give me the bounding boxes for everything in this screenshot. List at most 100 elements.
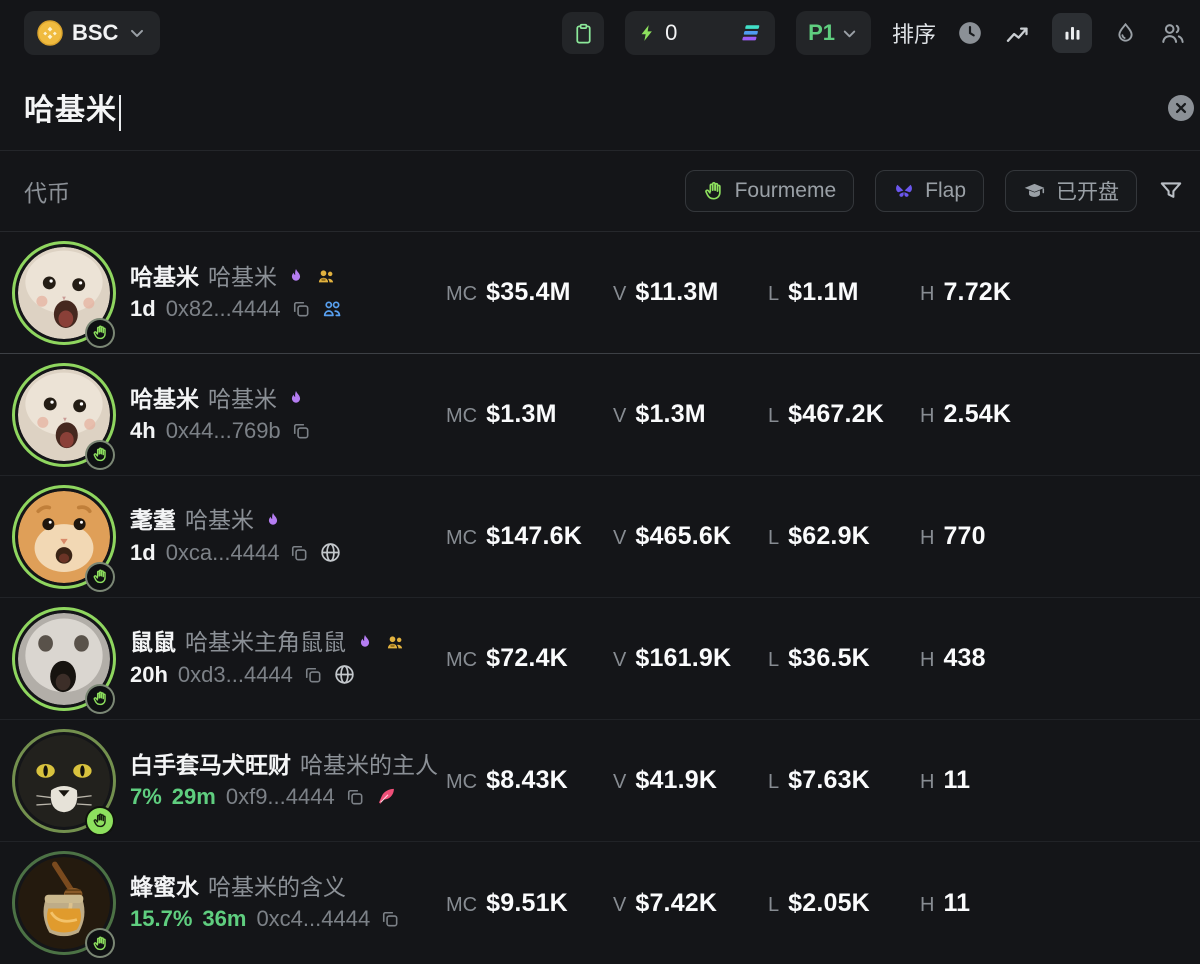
bsc-coin-icon [37,20,63,46]
fourmeme-hand-icon [703,180,725,202]
solana-icon [740,23,762,43]
fourmeme-hand-badge-icon [85,439,115,470]
token-name[interactable]: 耄耋 [130,509,176,532]
token-address: 0xc4...4444 [256,906,371,931]
l-label: L [768,893,780,916]
h-value: 770 [943,522,986,550]
filter-fourmeme-button[interactable]: Fourmeme [684,170,855,212]
holders-yellow-icon [384,633,406,653]
filter-flap-label: Flap [925,179,966,202]
top-bar: BSC 0 P1 排序 [0,0,1200,66]
token-address: 0xf9...4444 [225,783,335,809]
token-fullname: 哈基米 [208,263,277,290]
text-caret [119,94,121,131]
chevron-down-icon [840,24,859,43]
graduation-cap-icon [1023,180,1046,203]
section-title: 代币 [24,180,70,206]
mc-label: MC [446,283,478,305]
v-value: $7.42K [635,888,718,917]
people-icon[interactable] [1159,20,1186,47]
clear-search-button[interactable] [1168,95,1194,121]
droplet-icon[interactable] [1113,21,1138,46]
clock-icon[interactable] [957,20,983,46]
community-blue-icon[interactable] [321,298,343,320]
token-avatar[interactable] [12,240,116,348]
token-name[interactable]: 哈基米 [130,387,199,411]
h-label: H [920,527,935,549]
flame-icon [286,388,306,410]
token-row[interactable]: 哈基米 哈基米 1d 0x82...4444 MC $35.4M V $11.3M … [0,232,1200,354]
line-chart-icon[interactable] [1004,20,1031,47]
l-value: $62.9K [788,522,870,550]
token-progress: 15.7% [130,906,193,931]
token-row[interactable]: 白手套马犬旺财 哈基米的主人 7% 29m 0xf9...4444 MC $8.4… [0,720,1200,842]
v-value: $1.3M [635,400,706,428]
h-value: 438 [943,644,986,672]
mc-value: $72.4K [486,644,568,672]
boost-filter[interactable]: 0 [625,11,776,55]
token-address: 0x44...769b [165,417,281,443]
copy-icon[interactable] [303,665,323,685]
token-avatar[interactable] [12,484,116,592]
mc-label: MC [446,771,478,793]
token-row[interactable]: 蜂蜜水 哈基米的含义 15.7% 36m 0xc4...4444 MC $9.51… [0,842,1200,964]
token-stats: MC $35.4M V $11.3M L $1.1M H 7.72K [446,278,1176,307]
l-label: L [768,405,780,427]
copy-icon[interactable] [291,299,311,319]
preset-selector[interactable]: P1 [796,11,871,55]
token-fullname: 哈基米的含义 [208,874,346,900]
copy-icon[interactable] [380,909,400,929]
filter-listed-button[interactable]: 已开盘 [1005,170,1137,212]
v-value: $11.3M [635,278,719,306]
copy-icon[interactable] [291,421,311,441]
token-name[interactable]: 蜂蜜水 [130,876,199,899]
h-label: H [920,771,935,793]
v-label: V [613,893,627,916]
token-row[interactable]: 鼠鼠 哈基米主角鼠鼠 20h 0xd3...4444 MC $72.4K V $16… [0,598,1200,720]
token-avatar[interactable] [12,362,116,470]
mc-value: $9.51K [486,888,568,917]
token-avatar[interactable] [12,728,116,836]
mc-label: MC [446,405,478,427]
paste-button[interactable] [562,12,605,54]
sort-button[interactable]: 排序 [892,17,936,49]
search-input[interactable]: 哈基米 [24,85,121,131]
token-stats: MC $8.43K V $41.9K L $7.63K H 11 [446,766,1176,795]
h-label: H [920,893,935,916]
filter-flap-button[interactable]: Flap [875,170,984,212]
token-avatar[interactable] [12,606,116,714]
copy-icon[interactable] [289,543,309,563]
token-fullname: 哈基米 [208,385,277,412]
chain-selector[interactable]: BSC [24,11,161,55]
l-label: L [768,771,780,793]
feather-pink-icon[interactable] [375,786,397,808]
fourmeme-hand-badge-icon [85,683,115,714]
clear-x-icon [1174,101,1188,115]
website-globe-icon[interactable] [319,541,342,564]
holders-yellow-icon [315,267,337,287]
mc-label: MC [446,893,478,916]
clipboard-icon [572,22,595,45]
mc-value: $8.43K [486,766,568,794]
l-value: $7.63K [788,766,870,794]
token-fullname: 哈基米主角鼠鼠 [185,629,346,655]
search-value: 哈基米 [24,94,117,128]
token-age: 4h [130,417,156,443]
website-globe-icon[interactable] [333,663,356,686]
token-name[interactable]: 鼠鼠 [130,631,176,654]
l-label: L [768,527,780,549]
funnel-icon[interactable] [1158,178,1184,204]
token-name[interactable]: 哈基米 [130,265,199,289]
fourmeme-hand-badge-icon [85,928,115,958]
token-search-page: BSC 0 P1 排序 哈基米 代币 Fourmeme Flap 已开盘 哈基米… [0,0,1200,964]
l-label: L [768,283,780,305]
flap-butterfly-icon [893,180,915,202]
bar-chart-view-button[interactable] [1052,13,1092,53]
mc-value: $147.6K [486,522,583,550]
token-row[interactable]: 耄耋 哈基米 1d 0xca...4444 MC $147.6K V $465.6K… [0,476,1200,598]
token-row[interactable]: 哈基米 哈基米 4h 0x44...769b MC $1.3M V $1.3M L $… [0,354,1200,476]
token-name[interactable]: 白手套马犬旺财 [130,753,291,777]
v-label: V [613,527,627,549]
copy-icon[interactable] [345,787,365,807]
token-avatar[interactable] [12,851,116,958]
